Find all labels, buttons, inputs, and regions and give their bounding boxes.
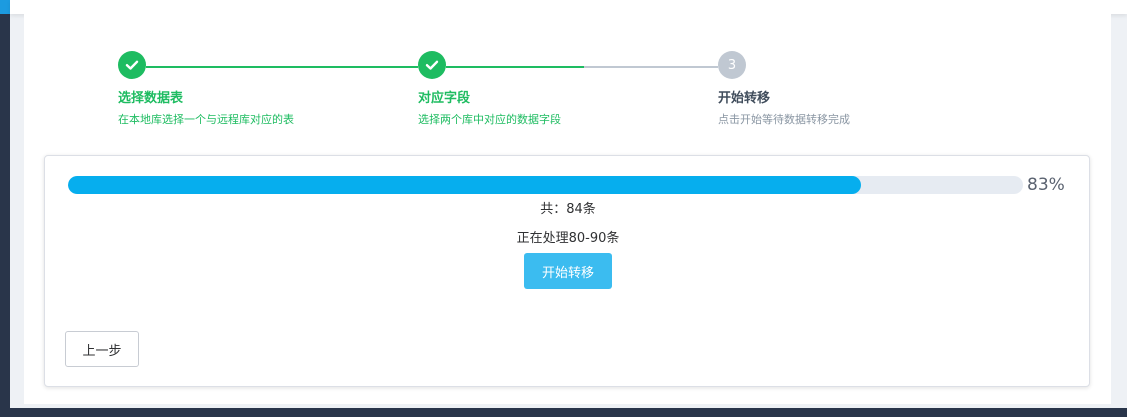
processing-status: 正在处理80-90条: [516, 231, 620, 246]
step-2-title: 对应字段: [418, 91, 471, 106]
step-2-description: 选择两个库中对应的数据字段: [418, 113, 561, 126]
step-3-description: 点击开始等待数据转移完成: [718, 113, 850, 126]
transfer-card: 83% 共：84条 正在处理80-90条 开始转移 上一步: [44, 155, 1090, 387]
progress-percent: 83%: [1027, 175, 1065, 195]
step-1-check-icon: [118, 51, 146, 79]
progress-bar: [68, 176, 1023, 194]
step-connector-2-3-pending: [584, 66, 718, 68]
sidebar-accent: [0, 0, 10, 14]
start-transfer-button[interactable]: 开始转移: [524, 253, 612, 289]
progress-fill: [68, 176, 861, 194]
step-1-title: 选择数据表: [118, 91, 184, 106]
top-bar: [10, 0, 1127, 14]
total-count: 共：84条: [540, 202, 596, 217]
step-2-check-icon: [418, 51, 446, 79]
step-connector-1-2: [146, 66, 418, 68]
previous-step-button[interactable]: 上一步: [65, 331, 139, 367]
app-sidebar-edge: [0, 0, 10, 417]
step-3-title: 开始转移: [718, 91, 771, 106]
step-connector-2-3-done: [446, 66, 584, 68]
step-1-description: 在本地库选择一个与远程库对应的表: [118, 113, 294, 126]
step-3-number: 3: [718, 51, 746, 79]
